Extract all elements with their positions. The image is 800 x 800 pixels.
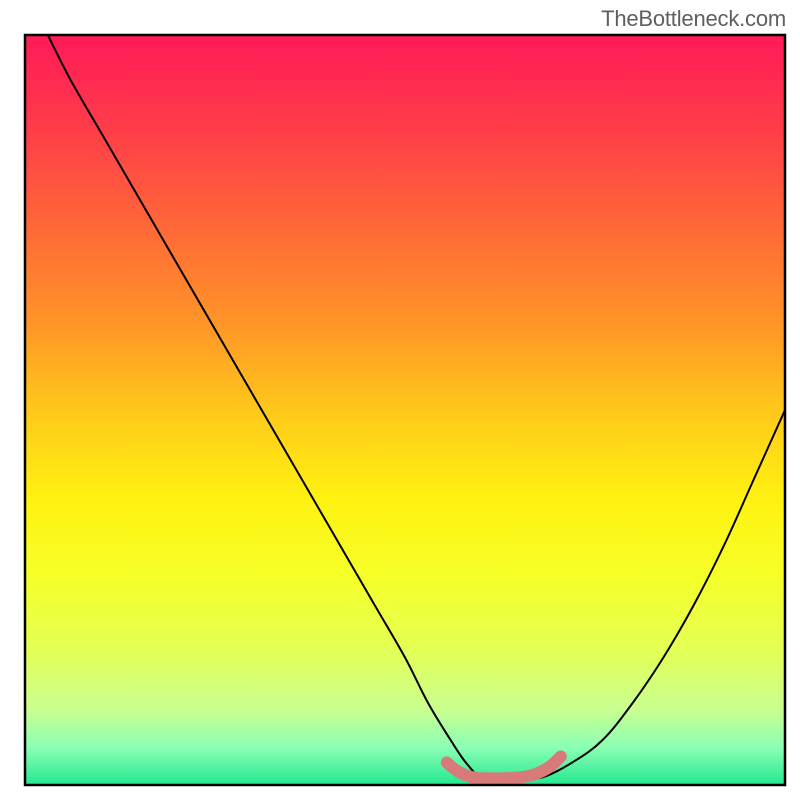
chart-container: TheBottleneck.com (0, 0, 800, 800)
attribution-label: TheBottleneck.com (601, 6, 786, 32)
plot-background (25, 35, 785, 785)
chart-svg (0, 0, 800, 800)
